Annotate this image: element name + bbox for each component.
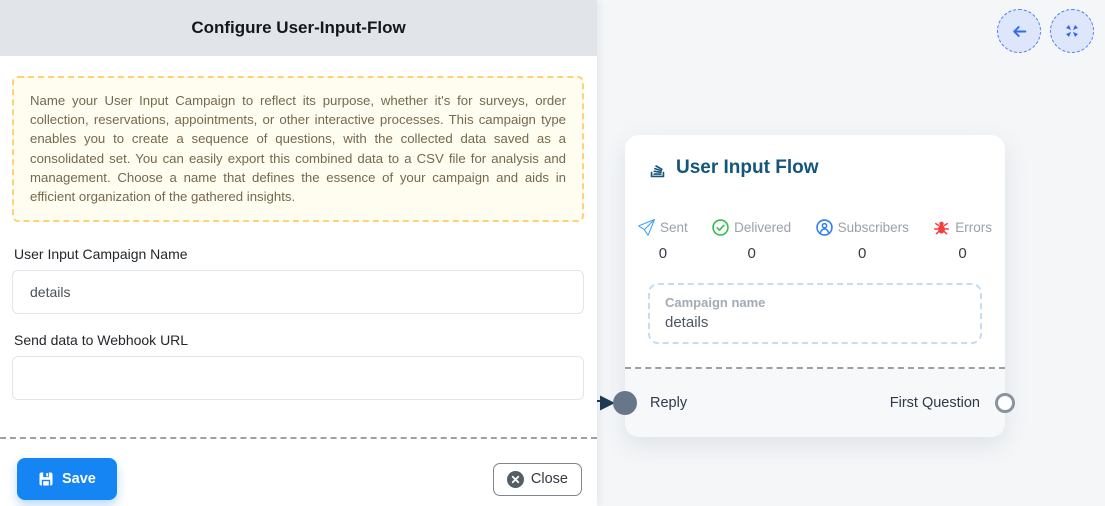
stat-value: 0 — [816, 245, 909, 262]
webhook-url-input[interactable] — [12, 356, 584, 400]
stat-errors: Errors 0 — [933, 219, 992, 262]
stack-icon — [648, 159, 667, 178]
reply-label: Reply — [650, 395, 687, 411]
node-title: User Input Flow — [676, 157, 819, 179]
modal-header: Configure User-Input-Flow — [0, 0, 597, 56]
node-stats-row: Sent 0 Delivered 0 — [638, 219, 992, 262]
first-question-handle[interactable] — [995, 393, 1015, 413]
stat-label: Sent — [660, 220, 688, 235]
fit-view-button[interactable] — [1050, 9, 1094, 53]
campaign-box-value: details — [665, 314, 965, 331]
configure-flow-modal: Configure User-Input-Flow Name your User… — [0, 0, 597, 506]
save-button[interactable]: Save — [17, 458, 117, 500]
stat-delivered: Delivered 0 — [712, 219, 791, 262]
node-title-row: User Input Flow — [648, 157, 982, 179]
close-button-label: Close — [531, 471, 568, 487]
bug-icon — [933, 219, 950, 236]
flow-canvas[interactable]: User Input Flow Sent 0 — [597, 0, 1105, 506]
campaign-box-label: Campaign name — [665, 295, 965, 310]
close-circle-icon — [507, 471, 524, 488]
arrow-left-icon — [1011, 23, 1028, 40]
close-button[interactable]: Close — [493, 463, 582, 496]
first-question-label: First Question — [890, 395, 980, 411]
modal-footer: Save Close — [12, 439, 584, 500]
campaign-name-box: Campaign name details — [648, 283, 982, 344]
stat-label: Subscribers — [838, 220, 909, 235]
stat-sent: Sent 0 — [638, 219, 688, 262]
fit-view-icon — [1064, 23, 1080, 39]
check-circle-icon — [712, 219, 729, 236]
canvas-controls — [997, 9, 1094, 53]
campaign-info-notice: Name your User Input Campaign to reflect… — [12, 76, 584, 222]
send-icon — [638, 219, 655, 236]
stat-subscribers: Subscribers 0 — [816, 219, 909, 262]
save-icon — [38, 471, 54, 487]
user-input-flow-node[interactable]: User Input Flow Sent 0 — [625, 135, 1005, 437]
node-main: User Input Flow Sent 0 — [625, 135, 1005, 367]
stat-value: 0 — [712, 245, 791, 262]
stat-value: 0 — [933, 245, 992, 262]
stat-label: Delivered — [734, 220, 791, 235]
save-button-label: Save — [62, 471, 96, 487]
modal-body: Name your User Input Campaign to reflect… — [0, 56, 597, 506]
subscribers-icon — [816, 219, 833, 236]
campaign-name-label: User Input Campaign Name — [14, 246, 584, 262]
campaign-name-input[interactable] — [12, 270, 584, 314]
node-footer: Reply First Question — [625, 369, 1005, 437]
webhook-url-label: Send data to Webhook URL — [14, 332, 584, 348]
stat-value: 0 — [638, 245, 688, 262]
back-button[interactable] — [997, 9, 1041, 53]
reply-handle[interactable] — [613, 391, 637, 415]
modal-title: Configure User-Input-Flow — [191, 18, 405, 38]
stat-label: Errors — [955, 220, 992, 235]
